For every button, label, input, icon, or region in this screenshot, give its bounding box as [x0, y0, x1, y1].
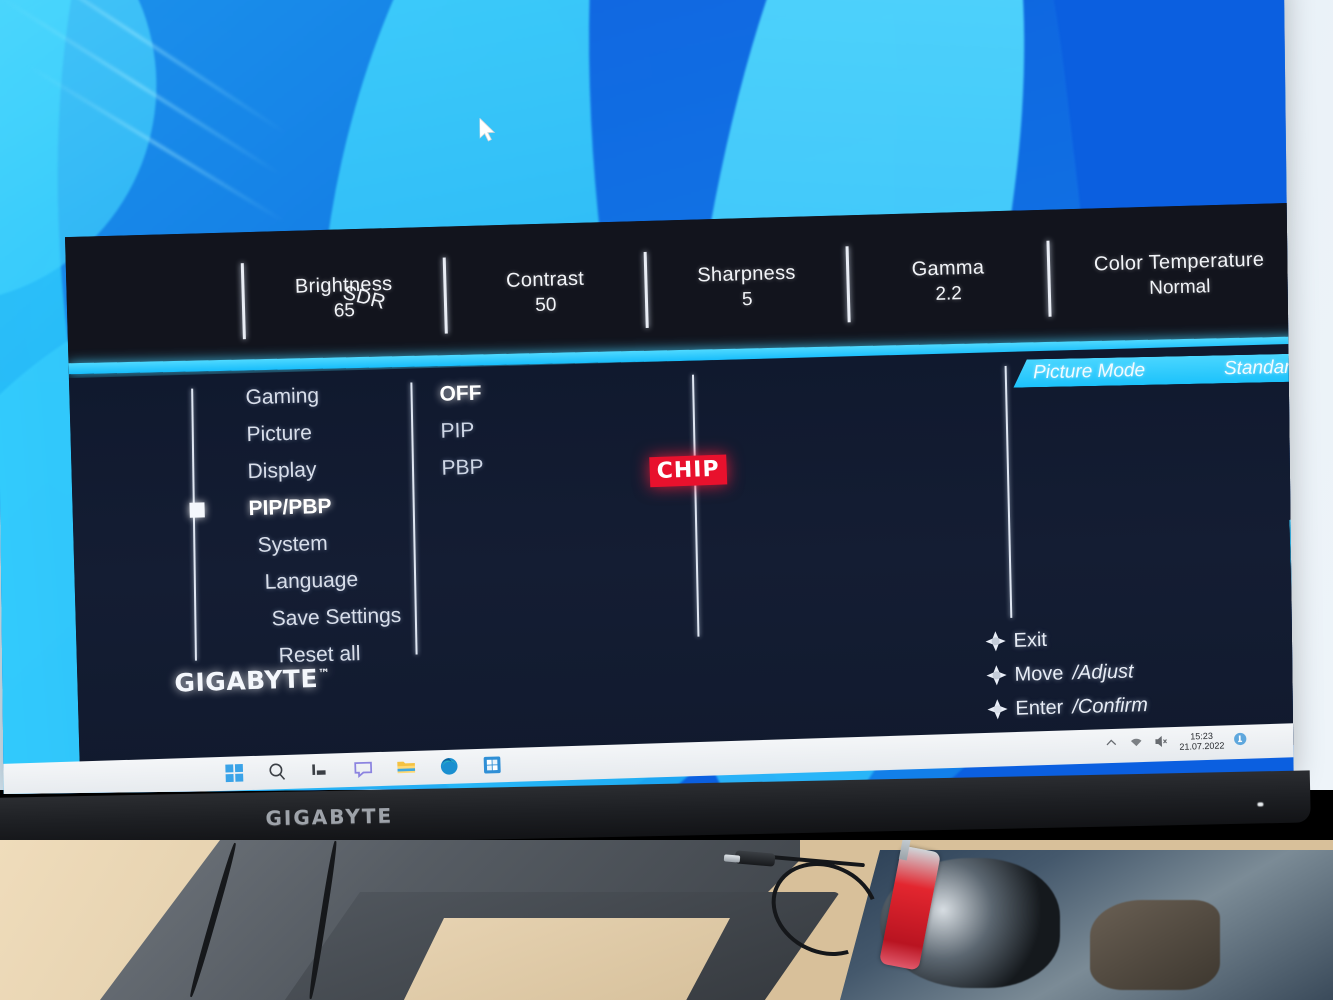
- option-off[interactable]: OFF: [439, 370, 640, 413]
- status-value: 50: [534, 294, 557, 317]
- trademark-symbol: ™: [317, 666, 331, 681]
- gigabyte-osd-logo: GIGABYTE™: [174, 664, 331, 698]
- osd-options: OFF PIP PBP: [439, 370, 642, 487]
- menu-item-display[interactable]: Display: [219, 448, 420, 491]
- hint-enter: Enter /Confirm: [986, 688, 1148, 726]
- option-pbp[interactable]: PBP: [441, 444, 642, 487]
- wifi-icon[interactable]: [1129, 735, 1145, 751]
- menu-item-label: Display: [247, 457, 317, 483]
- notification-icon[interactable]: [1233, 732, 1249, 748]
- menu-item-label: Picture: [246, 420, 313, 446]
- status-item-color-temperature: Color Temperature Normal: [1050, 246, 1294, 303]
- monitor-osd: SDR Brightness 65 Contrast 50 Sharpness …: [64, 202, 1294, 779]
- menu-rule-far-right: [1004, 365, 1013, 618]
- search-icon[interactable]: [264, 759, 289, 784]
- status-label: Contrast: [505, 267, 585, 292]
- chat-icon[interactable]: [350, 756, 375, 781]
- option-pip[interactable]: PIP: [440, 407, 641, 450]
- monitor-screen: SDR Brightness 65 Contrast 50 Sharpness …: [0, 0, 1294, 794]
- selection-marker-icon: [189, 502, 205, 518]
- osd-body: Picture Mode Standard Gaming Picture Dis…: [68, 343, 1294, 779]
- menu-rule-left: [191, 388, 197, 661]
- clock-date: 21.07.2022: [1179, 740, 1225, 753]
- picture-mode-ribbon[interactable]: Picture Mode Standard: [1013, 353, 1294, 387]
- menu-item-label: System: [257, 531, 328, 557]
- menu-item-label: Gaming: [245, 383, 320, 409]
- menu-item-system[interactable]: System: [221, 522, 422, 565]
- menu-item-label: Save Settings: [271, 603, 402, 631]
- desk-area: [0, 840, 1333, 1000]
- start-icon[interactable]: [221, 760, 246, 785]
- menu-item-save-settings[interactable]: Save Settings: [223, 596, 424, 639]
- status-item-contrast: Contrast 50: [446, 265, 646, 320]
- status-value: 2.2: [935, 283, 963, 305]
- menu-rule-right: [691, 374, 700, 637]
- hint-action-label: Exit: [1013, 628, 1048, 652]
- taskbar-icons: [221, 752, 504, 785]
- option-label: OFF: [439, 381, 482, 406]
- hint-move: Move /Adjust: [985, 654, 1147, 692]
- photo-scene: SDR Brightness 65 Contrast 50 Sharpness …: [0, 0, 1333, 1000]
- status-value: Normal: [1148, 276, 1211, 300]
- taskbar-clock[interactable]: 15:23 21.07.2022: [1179, 730, 1225, 752]
- menu-item-gaming[interactable]: Gaming: [217, 374, 418, 417]
- status-value: 5: [741, 289, 753, 311]
- menu-item-language[interactable]: Language: [222, 559, 423, 602]
- picture-mode-label: Picture Mode: [1032, 359, 1146, 384]
- power-led: [1257, 802, 1264, 807]
- gigabyte-bezel-logo: GIGABYTE: [265, 803, 394, 831]
- hint-action-label: Enter: [1015, 695, 1064, 720]
- osd-navigation-hints: Exit Move /Adjust Enter /Confirm: [984, 620, 1148, 726]
- status-label: Sharpness: [697, 261, 796, 287]
- status-item-gamma: Gamma 2.2: [848, 253, 1048, 308]
- task-view-icon[interactable]: [307, 758, 332, 783]
- status-value: 65: [333, 300, 356, 322]
- edge-icon[interactable]: [436, 753, 461, 778]
- hint-sub-label: /Confirm: [1071, 693, 1149, 718]
- option-label: PBP: [441, 455, 484, 480]
- joystick-icon: [986, 698, 1009, 721]
- menu-item-label: PIP/PBP: [248, 494, 332, 520]
- status-label: Color Temperature: [1093, 248, 1265, 276]
- microsoft-store-icon[interactable]: [479, 752, 504, 777]
- chip-watermark: CHIP: [649, 454, 728, 488]
- menu-item-label: Language: [264, 567, 359, 594]
- status-label: Gamma: [911, 256, 985, 281]
- hint-exit: Exit: [984, 620, 1146, 658]
- hint-action-label: Move: [1014, 661, 1064, 686]
- menu-item-picture[interactable]: Picture: [218, 411, 419, 454]
- status-item-brightness: Brightness 65: [244, 270, 444, 325]
- menu-item-pip-pbp[interactable]: PIP/PBP: [189, 485, 421, 528]
- status-label: Brightness: [294, 272, 393, 298]
- joystick-icon: [984, 630, 1007, 653]
- joystick-icon: [985, 664, 1008, 687]
- status-item-sharpness: Sharpness 5: [647, 259, 847, 314]
- system-tray: 15:23 21.07.2022: [1104, 730, 1250, 755]
- osd-menu: Gaming Picture Display PIP/PBP System La…: [189, 374, 425, 675]
- hint-sub-label: /Adjust: [1072, 659, 1134, 684]
- file-explorer-icon[interactable]: [393, 755, 418, 780]
- volume-muted-icon[interactable]: [1154, 735, 1170, 751]
- chevron-up-icon[interactable]: [1104, 736, 1120, 752]
- gigabyte-wordmark: GIGABYTE: [173, 663, 319, 698]
- option-label: PIP: [440, 418, 475, 443]
- picture-mode-value: Standard: [1223, 356, 1294, 380]
